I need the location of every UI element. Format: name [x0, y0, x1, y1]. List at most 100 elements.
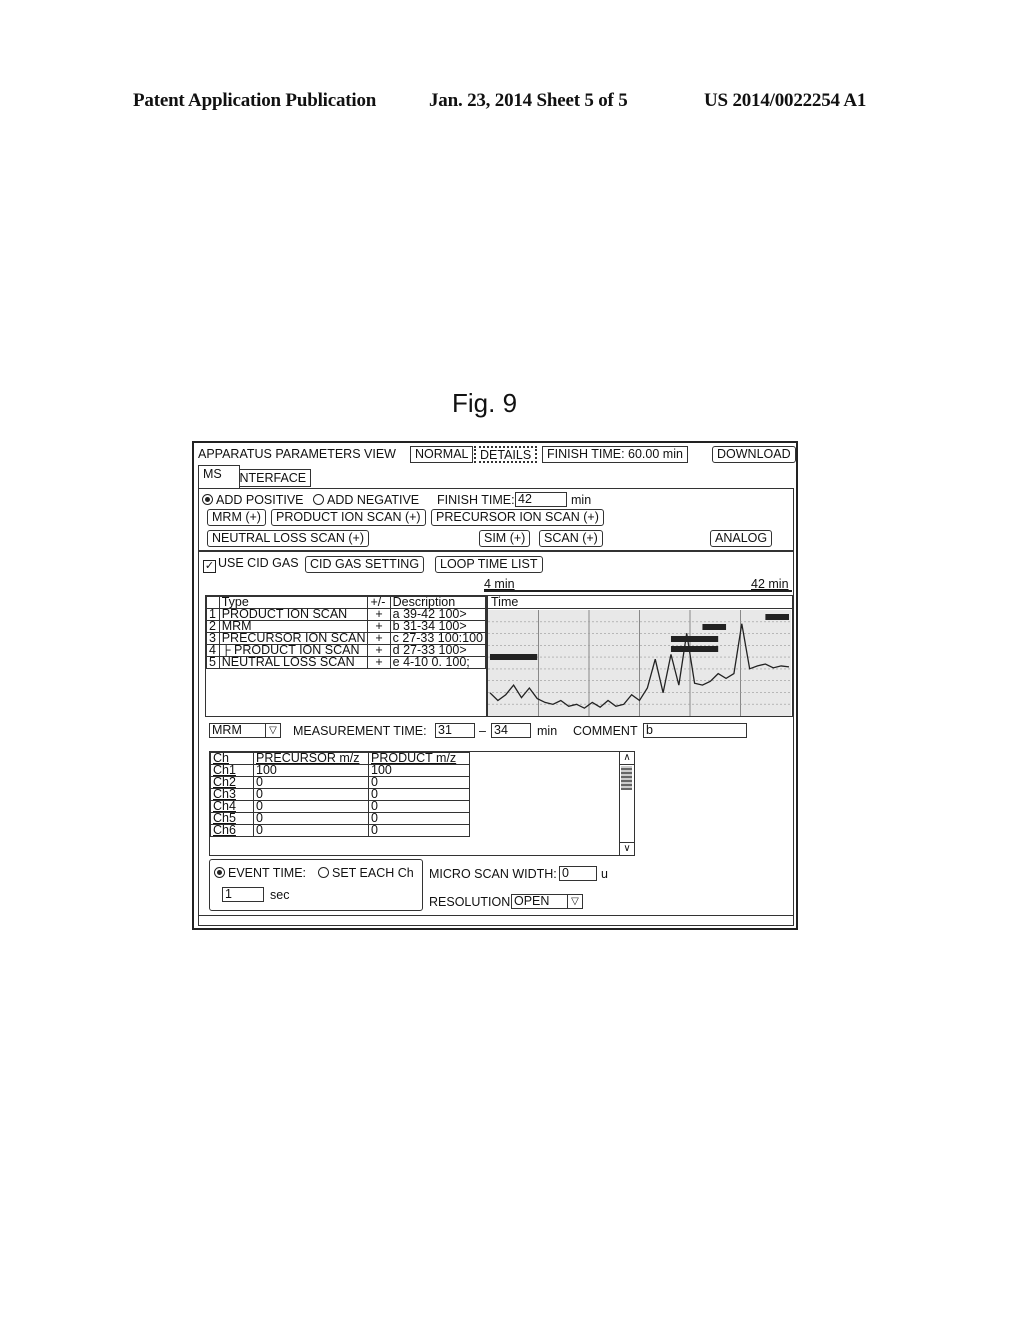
- row-desc: e 4-10 0. 100;: [389, 656, 487, 669]
- radio-selected-icon: [202, 494, 213, 505]
- time-chart-plot[interactable]: [488, 610, 791, 716]
- dropdown-arrow-icon: ▽: [265, 724, 280, 737]
- scroll-thumb[interactable]: [621, 766, 632, 790]
- micro-scan-width-label: MICRO SCAN WIDTH:: [429, 867, 557, 881]
- scroll-up-icon[interactable]: ∧: [620, 752, 634, 765]
- event-time-unit: sec: [270, 888, 290, 902]
- col-type-header: Type: [218, 596, 369, 609]
- product-mz-cell[interactable]: 0: [368, 800, 470, 813]
- sim-add-button[interactable]: SIM (+): [479, 530, 531, 547]
- time-range-bar[interactable]: [484, 590, 792, 592]
- col-product-header: PRODUCT m/z: [371, 752, 457, 765]
- channel-scrollbar[interactable]: ∧ ∨: [619, 752, 634, 855]
- add-positive-radio[interactable]: ADD POSITIVE: [202, 493, 304, 507]
- ch-name: Ch4: [213, 800, 236, 813]
- resolution-select[interactable]: OPEN ▽: [511, 894, 583, 909]
- product-mz-cell[interactable]: 100: [368, 764, 470, 777]
- table-row[interactable]: 5 NEUTRAL LOSS SCAN + e 4-10 0. 100;: [206, 656, 487, 669]
- time-chart-header: Time: [488, 596, 792, 609]
- micro-scan-width-input[interactable]: 0: [559, 866, 597, 881]
- product-mz-cell[interactable]: 0: [368, 788, 470, 801]
- radio-unselected-icon: [313, 494, 324, 505]
- scan-add-button[interactable]: SCAN (+): [539, 530, 603, 547]
- normal-view-button[interactable]: NORMAL: [410, 446, 474, 463]
- product-ion-scan-add-button[interactable]: PRODUCT ION SCAN (+): [271, 509, 426, 526]
- comment-input[interactable]: b: [643, 723, 747, 738]
- table-row[interactable]: Ch2 0 0: [210, 776, 470, 789]
- mrm-add-button[interactable]: MRM (+): [207, 509, 266, 526]
- download-button[interactable]: DOWNLOAD: [712, 446, 796, 463]
- event-time-group: EVENT TIME: SET EACH Ch 1 sec: [209, 859, 423, 911]
- row-sign: +: [367, 620, 391, 633]
- window-title: APPARATUS PARAMETERS VIEW: [198, 447, 396, 461]
- measurement-time-label: MEASUREMENT TIME:: [293, 724, 427, 738]
- comment-label: COMMENT: [573, 724, 638, 738]
- finish-time-input[interactable]: 42: [515, 492, 567, 507]
- time-range-start: 4 min: [484, 577, 515, 591]
- measurement-start-input[interactable]: 31: [435, 723, 475, 738]
- add-positive-label: ADD POSITIVE: [216, 493, 304, 507]
- event-bar-b[interactable]: [702, 624, 727, 630]
- add-negative-radio[interactable]: ADD NEGATIVE: [313, 493, 419, 507]
- analog-button[interactable]: ANALOG: [710, 530, 773, 547]
- event-time-input[interactable]: 1: [222, 887, 264, 902]
- channel-table: Ch PRECURSOR m/z PRODUCT m/z Ch1 100 100 C…: [209, 751, 635, 856]
- row-desc: b 31-34 100>: [389, 620, 487, 633]
- col-description-header: Description: [389, 596, 487, 609]
- loop-time-list-button[interactable]: LOOP TIME LIST: [435, 556, 543, 573]
- product-mz-cell[interactable]: 0: [368, 776, 470, 789]
- precursor-mz-cell[interactable]: 0: [253, 824, 369, 837]
- precursor-ion-scan-add-button[interactable]: PRECURSOR ION SCAN (+): [431, 509, 604, 526]
- precursor-mz-cell[interactable]: 0: [253, 776, 369, 789]
- channel-table-header: Ch PRECURSOR m/z PRODUCT m/z: [210, 752, 470, 765]
- apparatus-parameters-window: APPARATUS PARAMETERS VIEW NORMAL DETAILS…: [192, 441, 798, 930]
- ch-name: Ch5: [213, 812, 236, 825]
- table-row[interactable]: Ch3 0 0: [210, 788, 470, 801]
- event-bar-a[interactable]: [765, 614, 789, 620]
- measurement-dash: –: [479, 724, 486, 738]
- ch-name: Ch6: [213, 824, 236, 837]
- use-cid-gas-checkbox[interactable]: ✓ USE CID GAS: [203, 556, 299, 573]
- details-view-button[interactable]: DETAILS: [474, 446, 538, 463]
- event-bar-d[interactable]: [670, 646, 719, 652]
- cid-gas-setting-button[interactable]: CID GAS SETTING: [305, 556, 425, 573]
- table-row[interactable]: 3 PRECURSOR ION SCAN + c 27-33 100:100: [206, 632, 487, 645]
- precursor-mz-cell[interactable]: 0: [253, 812, 369, 825]
- scroll-down-icon[interactable]: ∨: [620, 842, 634, 855]
- event-bar-c[interactable]: [670, 636, 719, 642]
- table-row[interactable]: 2 MRM + b 31-34 100>: [206, 620, 487, 633]
- event-time-label: EVENT TIME:: [228, 866, 307, 880]
- product-mz-cell[interactable]: 0: [368, 812, 470, 825]
- time-range-end: 42 min: [751, 577, 789, 591]
- event-table-header: Type +/- Description: [206, 596, 487, 609]
- tab-interface[interactable]: INTERFACE: [231, 469, 312, 487]
- measurement-end-input[interactable]: 34: [491, 723, 531, 738]
- event-time-radio[interactable]: EVENT TIME:: [214, 866, 306, 880]
- table-row[interactable]: Ch1 100 100: [210, 764, 470, 777]
- divider: [199, 550, 793, 552]
- use-cid-gas-label: USE CID GAS: [218, 556, 299, 570]
- neutral-loss-scan-add-button[interactable]: NEUTRAL LOSS SCAN (+): [207, 530, 370, 547]
- col-no-header: [206, 596, 220, 609]
- product-mz-cell[interactable]: 0: [368, 824, 470, 837]
- dropdown-arrow-icon: ▽: [567, 895, 582, 908]
- ms-panel: ADD POSITIVE ADD NEGATIVE FINISH TIME: 4…: [198, 488, 794, 926]
- measurement-unit: min: [537, 724, 558, 738]
- event-bar-e[interactable]: [490, 654, 538, 660]
- set-each-ch-radio[interactable]: SET EACH Ch: [318, 866, 414, 880]
- row-sign: +: [367, 632, 391, 645]
- tab-ms[interactable]: MS: [198, 465, 240, 488]
- finish-time-unit: min: [571, 493, 592, 507]
- table-row[interactable]: Ch6 0 0: [210, 824, 470, 837]
- add-negative-label: ADD NEGATIVE: [327, 493, 420, 507]
- table-row[interactable]: Ch4 0 0: [210, 800, 470, 813]
- table-row[interactable]: Ch5 0 0: [210, 812, 470, 825]
- table-row[interactable]: 4 ├ PRODUCT ION SCAN + d 27-33 100>: [206, 644, 487, 657]
- precursor-mz-cell[interactable]: 0: [253, 788, 369, 801]
- resolution-label: RESOLUTION: [429, 895, 511, 909]
- precursor-mz-cell[interactable]: 0: [253, 800, 369, 813]
- table-row[interactable]: 1 PRODUCT ION SCAN + a 39-42 100>: [206, 608, 487, 621]
- radio-selected-icon: [214, 867, 225, 878]
- measurement-type-select[interactable]: MRM ▽: [209, 723, 281, 738]
- precursor-mz-cell[interactable]: 100: [253, 764, 369, 777]
